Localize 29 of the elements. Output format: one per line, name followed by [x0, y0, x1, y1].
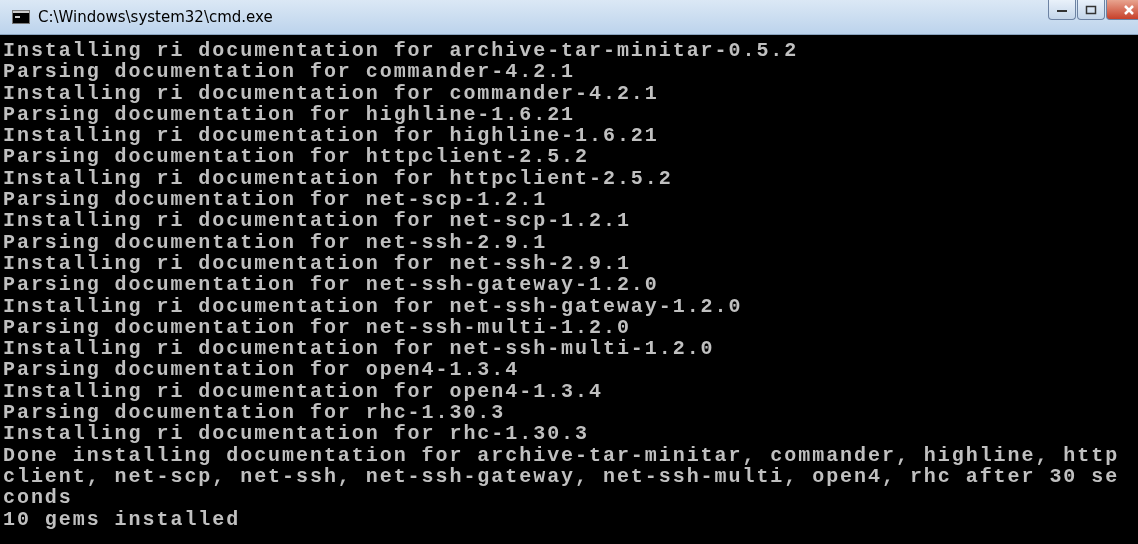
console-line: Parsing documentation for httpclient-2.5.2 — [3, 146, 590, 168]
console-line: Parsing documentation for net-ssh-gateway-1.2.0 — [3, 274, 660, 296]
console-line: client, net-scp, net-ssh, net-ssh-gateway, net-ssh-multi, open4, rhc after 30 se — [3, 465, 1121, 488]
console-app-icon — [12, 10, 30, 24]
console-line: Parsing documentation for highline-1.6.21 — [3, 103, 577, 126]
console-line: conds — [3, 487, 74, 509]
console-line: Parsing documentation for net-ssh-multi-1.2.0 — [3, 316, 631, 339]
maximize-button[interactable] — [1077, 0, 1105, 20]
console-line: Installing ri documentation for net-ssh-multi-1.2.0 — [3, 338, 716, 360]
console-line: Parsing documentation for commander-4.2.1 — [3, 61, 577, 83]
window-title: C:\Windows\system32\cmd.exe — [38, 8, 273, 26]
console-line: Parsing documentation for net-ssh-2.9.1 — [3, 231, 549, 253]
console-line: Parsing documentation for net-scp-1.2.1 — [3, 189, 549, 211]
minimize-button[interactable] — [1048, 0, 1076, 20]
console-line: Installing ri documentation for net-ssh-2.9.1 — [3, 252, 632, 275]
console-line: Parsing documentation for rhc-1.30.3 — [3, 402, 506, 424]
console-line: Installing ri documentation for net-ssh-gateway-1.2.0 — [3, 295, 744, 317]
console-line: Parsing documentation for open4-1.3.4 — [3, 359, 521, 381]
console-line: Done installing documentation for archive-tar-minitar, commander, highline, http — [3, 444, 1121, 466]
console-line: Installing ri documentation for highline-1.6.21 — [3, 125, 660, 147]
console-line: Installing ri documentation for httpclient-2.5.2 — [3, 167, 674, 190]
console-line: Installing ri documentation for open4-1.3.4 — [3, 380, 604, 403]
maximize-icon — [1085, 4, 1097, 15]
console-line: Installing ri documentation for commander-4.2.1 — [3, 82, 660, 104]
console-line: 10 gems installed — [3, 508, 242, 530]
console-line: Installing ri documentation for archive-tar-minitar-0.5.2 — [3, 40, 800, 62]
console-line: Installing ri documentation for net-scp-1.2.1 — [3, 210, 632, 232]
console-line: Installing ri documentation for rhc-1.30.3 — [3, 423, 590, 445]
close-icon — [1123, 4, 1135, 15]
